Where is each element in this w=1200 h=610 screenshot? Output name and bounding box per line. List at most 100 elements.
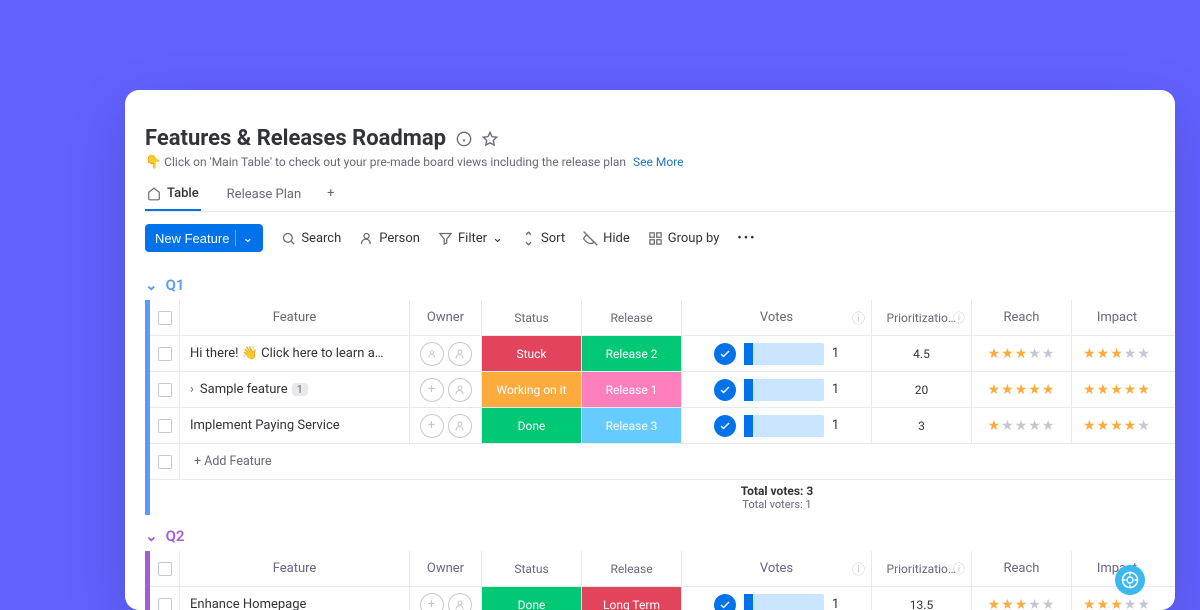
info-icon[interactable]: ⓘ [852,559,865,578]
page-title: Features & Releases Roadmap [145,126,446,151]
info-icon[interactable]: ⓘ [852,308,865,327]
impact-cell[interactable]: ★★★★★ [1072,587,1162,610]
add-owner-icon[interactable]: + [420,593,444,610]
impact-cell[interactable]: ★★★★★ [1072,336,1162,371]
checkbox[interactable] [158,419,172,433]
chevron-right-icon[interactable]: › [190,382,194,397]
reach-cell[interactable]: ★★★★★ [972,587,1072,610]
priority-cell: 20 [872,372,972,407]
pointing-down-icon: 👇 [145,155,161,170]
chevron-down-icon[interactable]: ⌄ [235,230,253,246]
filter-icon [438,231,453,246]
see-more-link[interactable]: See More [633,155,683,169]
table-header: Feature Owner Status Release Votesⓘ Prio… [150,300,1175,336]
checkbox[interactable] [158,383,172,397]
col-status[interactable]: Status [482,300,582,335]
owner-avatar[interactable] [448,378,472,402]
col-status[interactable]: Status [482,551,582,586]
info-icon[interactable]: ⓘ [953,309,965,326]
vote-bar [744,415,824,437]
search-tool[interactable]: Search [281,231,341,246]
star-icon[interactable] [482,131,498,147]
checkbox[interactable] [158,455,172,469]
feature-cell[interactable]: Hi there! 👋 Click here to learn about th… [180,336,410,371]
col-reach[interactable]: Reach [972,551,1072,586]
col-release[interactable]: Release [582,300,682,335]
groupby-tool[interactable]: Group by [648,231,720,246]
vote-count: 1 [832,418,839,433]
vote-toggle[interactable] [714,343,736,365]
col-reach[interactable]: Reach [972,300,1072,335]
chevron-down-icon[interactable]: ⌄ [145,276,158,294]
add-owner-icon[interactable]: + [420,414,444,438]
checkbox[interactable] [158,347,172,361]
info-icon[interactable] [456,131,472,147]
owner-avatar[interactable] [448,593,472,610]
col-votes[interactable]: Votesⓘ [682,551,872,586]
col-feature[interactable]: Feature [180,551,410,586]
col-owner[interactable]: Owner [410,300,482,335]
owner-avatar[interactable] [448,414,472,438]
filter-tool[interactable]: Filter⌄ [438,231,503,246]
votes-cell[interactable]: 1 [682,336,872,371]
add-feature-row[interactable]: + Add Feature [150,444,1175,480]
release-cell[interactable]: Release 3 [582,408,682,443]
col-votes[interactable]: Votesⓘ [682,300,872,335]
table-row[interactable]: › Sample feature 1 + Working on it Relea… [150,372,1175,408]
votes-cell[interactable]: 1 [682,408,872,443]
release-cell[interactable]: Release 2 [582,336,682,371]
release-cell[interactable]: Long Term [582,587,682,610]
toolbar: New Feature ⌄ Search Person Filter⌄ Sort… [145,212,1175,264]
hide-tool[interactable]: Hide [583,231,630,246]
owner-avatar[interactable] [448,342,472,366]
info-icon[interactable]: ⓘ [953,560,965,577]
status-cell[interactable]: Stuck [482,336,582,371]
add-tab-button[interactable]: + [327,186,334,211]
table-row[interactable]: Implement Paying Service + Done Release … [150,408,1175,444]
new-feature-button[interactable]: New Feature ⌄ [145,224,263,252]
vote-count: 1 [832,382,839,397]
tab-release-plan[interactable]: Release Plan [225,186,303,211]
table-row[interactable]: Hi there! 👋 Click here to learn about th… [150,336,1175,372]
help-badge[interactable] [1115,565,1145,595]
vote-toggle[interactable] [714,594,736,610]
impact-cell[interactable]: ★★★★★ [1072,372,1162,407]
reach-cell[interactable]: ★★★★★ [972,336,1072,371]
status-cell[interactable]: Done [482,587,582,610]
status-cell[interactable]: Done [482,408,582,443]
vote-toggle[interactable] [714,379,736,401]
reach-cell[interactable]: ★★★★★ [972,372,1072,407]
checkbox[interactable] [158,311,172,325]
votes-cell[interactable]: 1 [682,587,872,610]
feature-cell[interactable]: Enhance Homepage [180,587,410,610]
chevron-down-icon[interactable]: ⌄ [145,527,158,545]
tab-table[interactable]: Table [145,186,201,211]
checkbox[interactable] [158,598,172,610]
col-release[interactable]: Release [582,551,682,586]
group-title[interactable]: Q2 [166,527,185,545]
checkbox[interactable] [158,562,172,576]
table-row[interactable]: Enhance Homepage + Done Long Term 1 13. [150,587,1175,610]
votes-cell[interactable]: 1 [682,372,872,407]
col-owner[interactable]: Owner [410,551,482,586]
vote-bar [744,594,824,610]
col-impact[interactable]: Impact [1072,300,1162,335]
sort-tool[interactable]: Sort [521,231,565,246]
release-cell[interactable]: Release 1 [582,372,682,407]
status-cell[interactable]: Working on it [482,372,582,407]
col-feature[interactable]: Feature [180,300,410,335]
add-owner-icon[interactable]: + [420,378,444,402]
person-tool[interactable]: Person [359,231,420,246]
impact-cell[interactable]: ★★★★★ [1072,408,1162,443]
reach-cell[interactable]: ★★★★★ [972,408,1072,443]
feature-cell[interactable]: Implement Paying Service [180,408,410,443]
vote-toggle[interactable] [714,415,736,437]
col-prioritization[interactable]: Prioritizatio...ⓘ [872,551,972,586]
group-title[interactable]: Q1 [166,276,185,294]
add-owner-icon[interactable] [420,342,444,366]
board-subtitle: 👇 Click on 'Main Table' to check out you… [145,155,1175,170]
more-menu[interactable]: ••• [737,231,756,246]
feature-cell[interactable]: › Sample feature 1 [180,372,410,407]
vote-count: 1 [832,346,839,361]
col-prioritization[interactable]: Prioritizatio...ⓘ [872,300,972,335]
